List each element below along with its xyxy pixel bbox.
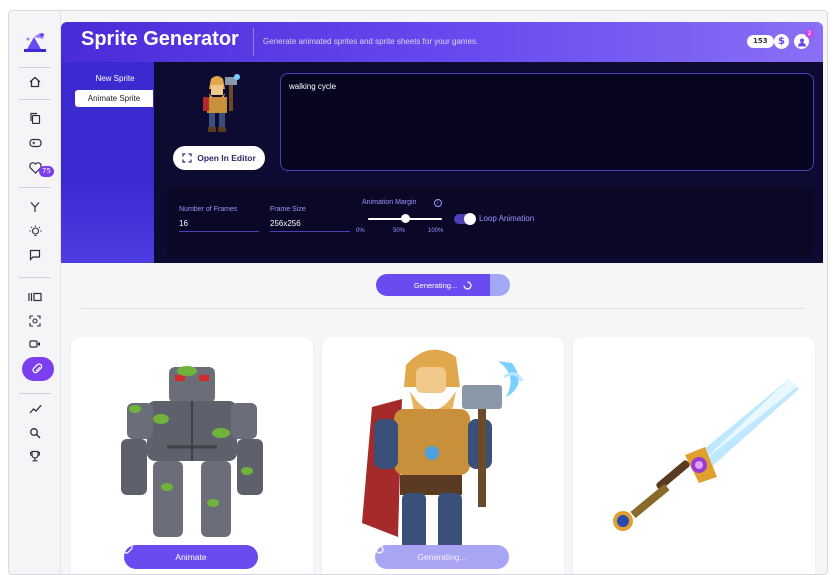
margin-tick-mid: 50%	[393, 228, 406, 234]
golem-sprite-image	[121, 366, 263, 537]
copy-icon[interactable]	[23, 107, 47, 129]
section-divider	[81, 308, 805, 309]
fork-icon[interactable]	[23, 196, 47, 218]
prompt-input[interactable]: walking cycle	[280, 73, 814, 171]
sword-sprite-image	[613, 379, 799, 531]
generating-card-label: Generating...	[417, 552, 467, 562]
sprite-settings-panel: New Sprite Animate Sprite Open In Editor…	[61, 62, 823, 263]
search-icon[interactable]	[23, 422, 47, 444]
app-window: 75 Sprite Generator Generate animated sp…	[8, 10, 828, 575]
trophy-icon[interactable]	[23, 445, 47, 467]
expand-icon	[182, 153, 192, 163]
generating-card-button[interactable]: Generating...	[375, 545, 509, 569]
loop-animation-label: Loop Animation	[479, 214, 535, 223]
frame-size-select[interactable]: 256x256	[270, 219, 301, 228]
gamepad-icon[interactable]	[23, 132, 47, 154]
margin-label: Animation Margin	[362, 199, 417, 206]
sidebar-divider	[19, 187, 51, 188]
spinner-icon	[375, 545, 384, 554]
sprite-icon	[124, 545, 133, 554]
sprite-card-warrior[interactable]: Generating...	[322, 337, 564, 574]
sparkle-chart-icon[interactable]	[23, 398, 47, 420]
sidebar-divider	[19, 277, 51, 278]
title-divider	[253, 28, 254, 56]
frame-size-label: Frame Size	[270, 206, 306, 213]
sidebar: 75	[9, 11, 61, 574]
toggle-knob	[464, 213, 476, 225]
video-icon[interactable]	[23, 333, 47, 355]
margin-tick-min: 0%	[356, 228, 365, 234]
favorites-badge: 75	[39, 166, 54, 177]
open-in-editor-label: Open In Editor	[197, 153, 256, 163]
credits-count[interactable]: 153	[747, 35, 774, 48]
frames-underline	[179, 231, 259, 232]
mode-selector: New Sprite Animate Sprite	[61, 62, 154, 263]
header: Sprite Generator Generate animated sprit…	[61, 22, 823, 62]
page-title: Sprite Generator	[81, 28, 239, 50]
sprite-card-golem[interactable]: Animate	[71, 337, 313, 574]
frame-size-underline	[270, 231, 350, 232]
generating-label: Generating...	[413, 280, 458, 290]
margin-tick-max: 100%	[428, 228, 444, 234]
frames-input[interactable]: 16	[179, 219, 188, 228]
home-icon[interactable]	[23, 71, 47, 93]
spinner-icon	[463, 280, 472, 290]
animate-label: Animate	[175, 552, 207, 562]
info-icon[interactable]: i	[434, 199, 442, 207]
scan-icon[interactable]	[23, 310, 47, 332]
sidebar-divider	[19, 67, 51, 68]
mode-new-sprite[interactable]: New Sprite	[75, 74, 155, 83]
frames-label: Number of Frames	[179, 206, 238, 213]
gallery-icon[interactable]	[23, 286, 47, 308]
logo-icon[interactable]	[22, 29, 48, 55]
mode-animate-sprite[interactable]: Animate Sprite	[75, 90, 153, 107]
margin-slider-handle[interactable]	[400, 214, 410, 223]
sidebar-divider	[19, 393, 51, 394]
animation-settings: Number of Frames 16 Frame Size 256x256 A…	[167, 186, 815, 256]
warrior-sprite-image	[362, 349, 524, 563]
loop-animation-toggle[interactable]	[454, 213, 476, 225]
animate-button[interactable]: Animate	[124, 545, 258, 569]
sprite-card-sword[interactable]	[573, 337, 815, 574]
source-sprite-thumbnail[interactable]	[187, 71, 247, 137]
chat-icon[interactable]	[23, 244, 47, 266]
generating-button[interactable]: Generating...	[376, 274, 510, 296]
bulb-icon[interactable]	[23, 220, 47, 242]
sidebar-divider	[19, 99, 51, 100]
sprite-icon[interactable]	[22, 357, 54, 381]
open-in-editor-button[interactable]: Open In Editor	[173, 146, 265, 170]
coin-icon[interactable]: $	[774, 34, 789, 49]
notification-badge: 2	[805, 29, 814, 38]
page-subtitle: Generate animated sprites and sprite she…	[263, 37, 479, 46]
